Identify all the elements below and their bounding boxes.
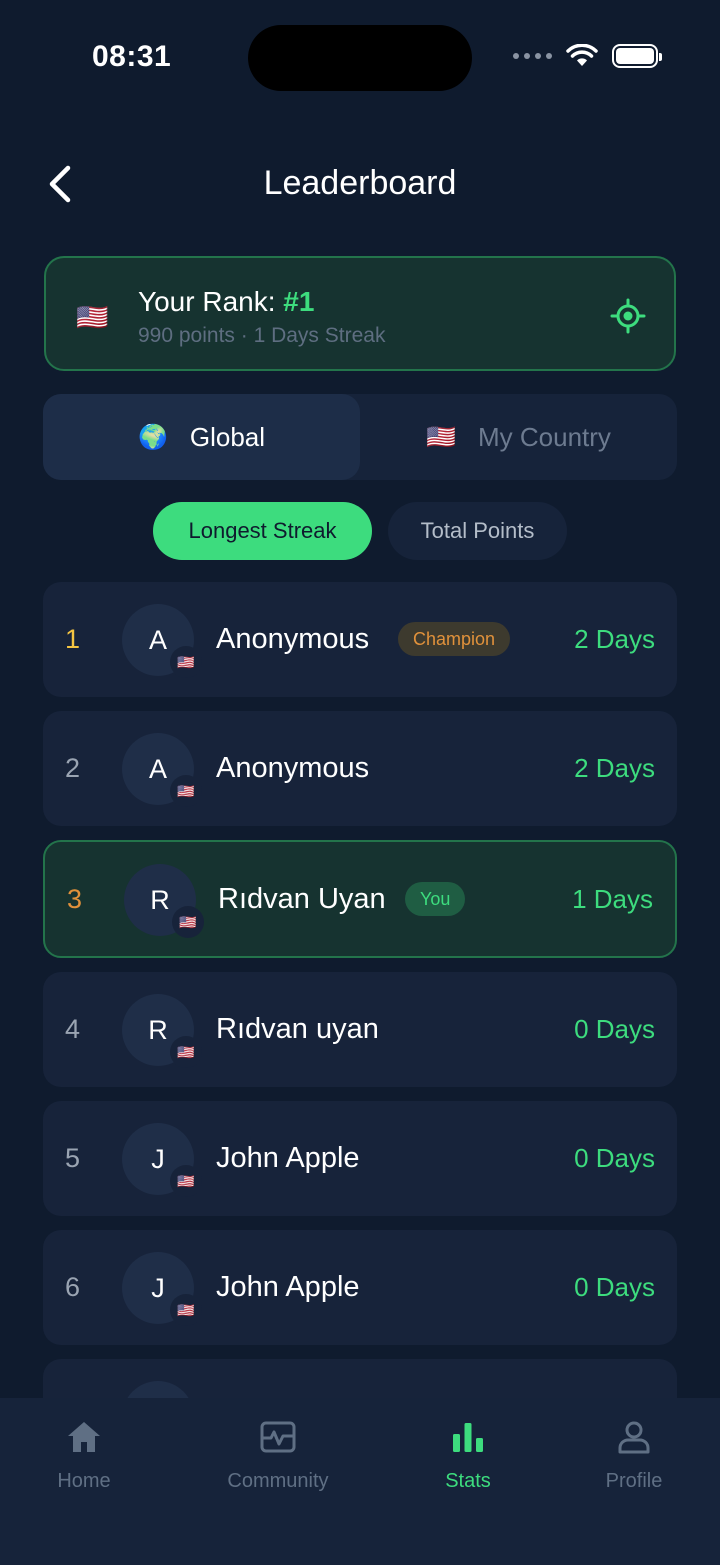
row-name: Rıdvan Uyan (218, 883, 386, 915)
row-streak: 0 Days (574, 1014, 655, 1044)
your-rank-subtitle: 990 points · 1 Days Streak (138, 324, 386, 347)
tab-global-label: Global (189, 421, 266, 452)
row-streak: 0 Days (574, 1272, 655, 1302)
champion-badge: Champion (398, 622, 511, 656)
row-name: John Apple (216, 1142, 360, 1174)
flag-icon: 🇺🇸 (170, 775, 202, 807)
row-streak: 1 Days (572, 884, 653, 914)
tab-stats[interactable]: Stats (388, 1418, 548, 1493)
row-rank: 5 (65, 1143, 81, 1173)
globe-icon: 🌍 (137, 423, 168, 451)
home-icon (68, 1422, 100, 1452)
signal-icon (513, 53, 552, 59)
target-icon (610, 298, 646, 334)
header: Leaderboard (0, 150, 720, 220)
your-rank-title: Your Rank: #1 (138, 286, 314, 318)
your-rank-card: 🇺🇸 Your Rank: #1 990 points · 1 Days Str… (44, 256, 676, 371)
page-title: Leaderboard (263, 164, 457, 202)
flag-icon: 🇺🇸 (170, 1036, 202, 1068)
avatar-initial: J (151, 1272, 165, 1303)
row-rank: 2 (65, 753, 81, 783)
leaderboard-row[interactable]: 5 J 🇺🇸 John Apple 0 Days (43, 1101, 677, 1216)
longest-streak-filter[interactable]: Longest Streak (153, 502, 372, 560)
tab-home-label: Home (57, 1470, 111, 1492)
battery-icon (612, 44, 662, 68)
row-name: Anonymous (216, 623, 370, 655)
avatar-initial: A (148, 624, 167, 655)
flag-icon: 🇺🇸 (172, 906, 204, 938)
row-streak: 2 Days (574, 753, 655, 783)
row-rank: 4 (65, 1014, 81, 1044)
tab-my-country[interactable]: 🇺🇸 My Country (360, 394, 677, 480)
flag-icon: 🇺🇸 (170, 1165, 202, 1197)
row-name: John Apple (216, 1271, 360, 1303)
tab-profile-label: Profile (605, 1470, 663, 1492)
row-rank: 3 (67, 884, 83, 914)
avatar: A 🇺🇸 (122, 604, 202, 678)
avatar-initial: J (151, 1143, 165, 1174)
avatar: R 🇺🇸 (124, 864, 204, 938)
locate-me-button[interactable] (610, 298, 646, 334)
leaderboard-row-current-user[interactable]: 3 R 🇺🇸 Rıdvan Uyan You 1 Days (43, 840, 677, 958)
row-streak: 0 Days (574, 1143, 655, 1173)
row-streak: 2 Days (574, 624, 655, 654)
your-rank-label: Your Rank: (138, 286, 284, 317)
activity-icon (260, 1421, 296, 1453)
row-rank: 6 (65, 1272, 81, 1302)
avatar-initial: R (148, 1014, 168, 1045)
bar-chart-icon (453, 1423, 483, 1452)
leaderboard-row[interactable]: 6 J 🇺🇸 John Apple 0 Days (43, 1230, 677, 1345)
status-time: 08:31 (92, 40, 172, 73)
tab-stats-label: Stats (445, 1470, 491, 1492)
avatar: J 🇺🇸 (122, 1252, 202, 1326)
tab-my-country-label: My Country (477, 421, 611, 452)
wifi-icon (566, 44, 598, 66)
dynamic-island (248, 25, 472, 91)
you-badge: You (405, 882, 466, 916)
person-icon (618, 1421, 650, 1454)
avatar: A 🇺🇸 (122, 733, 202, 807)
scope-toggle: 🌍 Global 🇺🇸 My Country (43, 394, 677, 480)
status-indicators (513, 44, 662, 68)
flag-icon: 🇺🇸 (170, 1294, 202, 1326)
flag-icon: 🇺🇸 (170, 646, 202, 678)
flag-icon: 🇺🇸 (76, 302, 109, 332)
avatar: R 🇺🇸 (122, 994, 202, 1068)
tab-global[interactable]: 🌍 Global (43, 394, 360, 480)
avatar: J 🇺🇸 (122, 1123, 202, 1197)
row-rank: 1 (65, 624, 81, 654)
tab-community-label: Community (227, 1470, 329, 1492)
tab-bar: Home Community Stats Profile (0, 1398, 720, 1565)
your-rank-value: #1 (283, 286, 315, 317)
avatar-initial: A (148, 753, 167, 784)
avatar-initial: R (150, 884, 170, 915)
leaderboard-row[interactable]: 1 A 🇺🇸 Anonymous Champion 2 Days (43, 582, 677, 697)
tab-community[interactable]: Community (198, 1418, 358, 1493)
row-name: Rıdvan uyan (216, 1013, 379, 1045)
leaderboard-row[interactable]: 2 A 🇺🇸 Anonymous 2 Days (43, 711, 677, 826)
status-bar: 08:31 (0, 0, 720, 110)
tab-home[interactable]: Home (4, 1418, 164, 1493)
row-name: Anonymous (216, 752, 370, 784)
flag-icon: 🇺🇸 (426, 423, 456, 451)
total-points-filter[interactable]: Total Points (388, 502, 567, 560)
leaderboard-row[interactable]: 4 R 🇺🇸 Rıdvan uyan 0 Days (43, 972, 677, 1087)
tab-profile[interactable]: Profile (554, 1418, 714, 1493)
leaderboard-list: 1 A 🇺🇸 Anonymous Champion 2 Days 2 A 🇺🇸 … (43, 582, 677, 1488)
